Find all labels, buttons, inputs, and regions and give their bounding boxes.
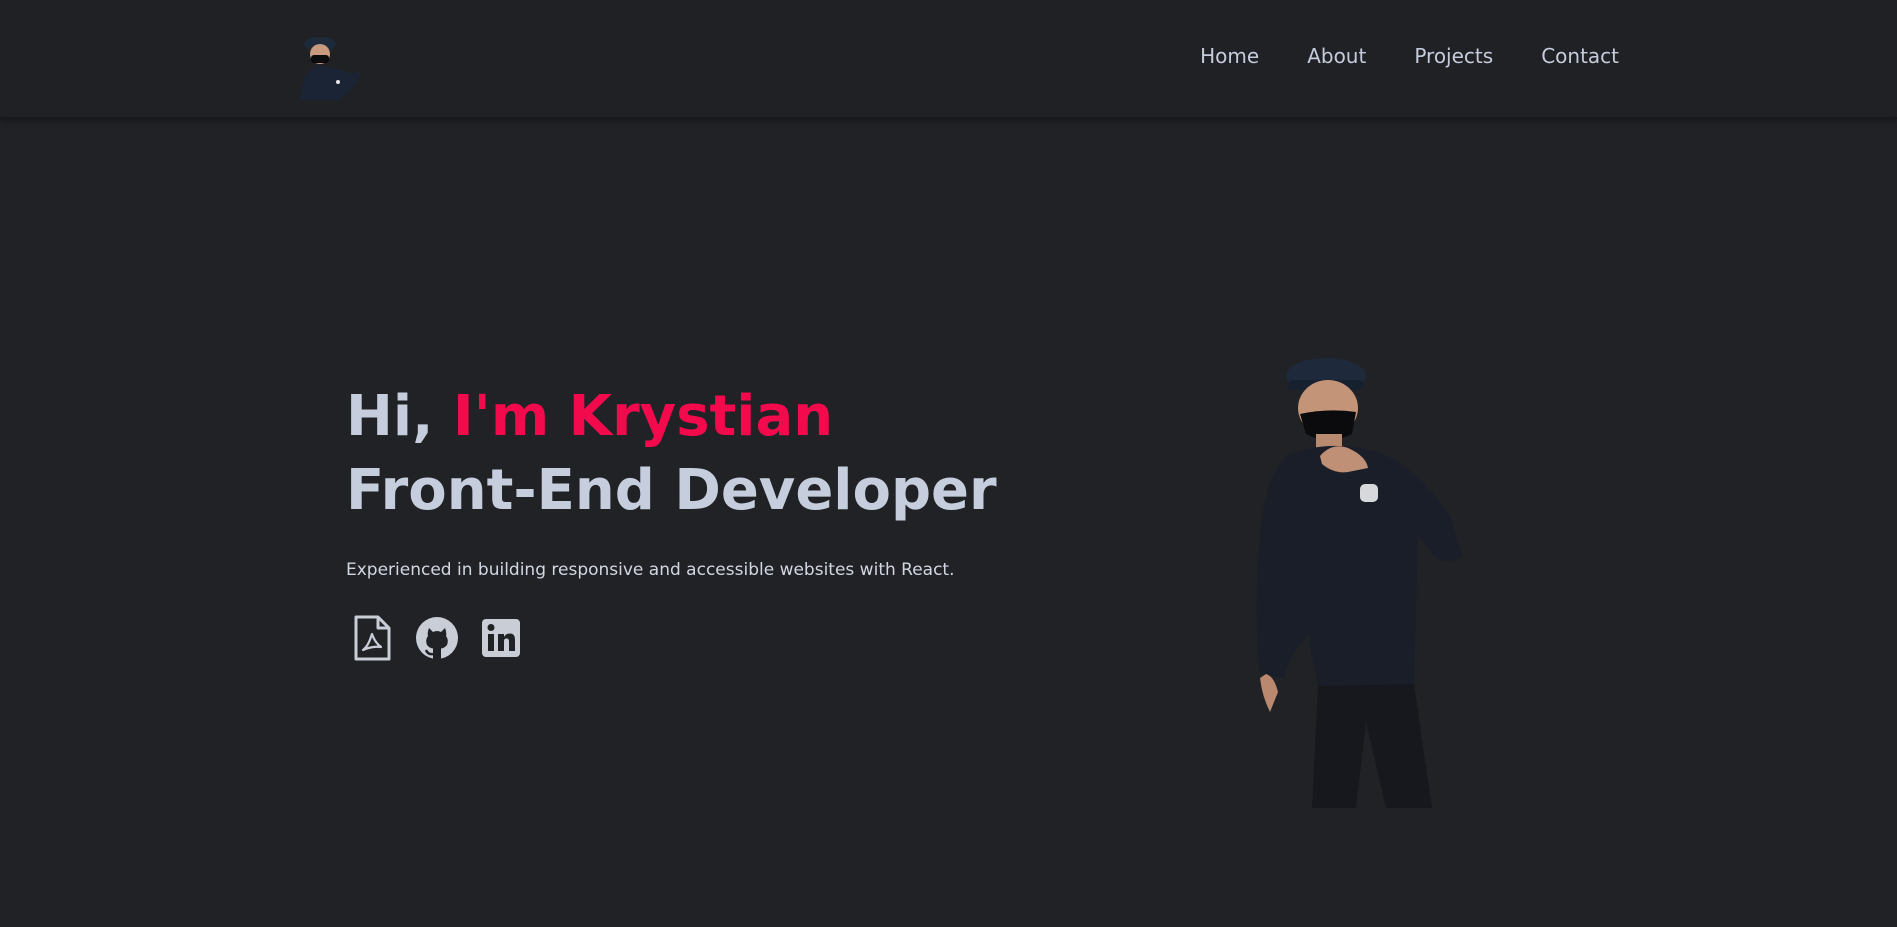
github-icon bbox=[416, 617, 458, 659]
portrait-photo bbox=[1248, 356, 1478, 808]
social-links bbox=[350, 614, 524, 662]
role-text: Front-End Developer bbox=[346, 458, 997, 523]
avatar-icon bbox=[300, 37, 362, 100]
logo-avatar[interactable] bbox=[296, 30, 364, 100]
hero-intro: Hi, I'm Krystian Front-End Developer Exp… bbox=[346, 380, 997, 580]
linkedin-icon bbox=[482, 619, 520, 657]
site-header: Home About Projects Contact bbox=[0, 0, 1897, 119]
linkedin-link[interactable] bbox=[478, 614, 524, 662]
greeting-text: Hi, bbox=[346, 384, 434, 449]
github-link[interactable] bbox=[414, 614, 460, 662]
nav-projects-link[interactable]: Projects bbox=[1414, 44, 1493, 68]
main-nav: Home About Projects Contact bbox=[1200, 44, 1619, 68]
nav-contact-link[interactable]: Contact bbox=[1541, 44, 1619, 68]
resume-pdf-link[interactable] bbox=[350, 614, 396, 662]
hero-tagline: Experienced in building responsive and a… bbox=[346, 560, 955, 580]
nav-home-link[interactable]: Home bbox=[1200, 44, 1259, 68]
name-text: I'm Krystian bbox=[452, 384, 834, 449]
pdf-resume-icon bbox=[354, 615, 391, 661]
hero-heading: Hi, I'm Krystian Front-End Developer bbox=[346, 380, 997, 528]
portrait-figure-icon bbox=[1256, 358, 1462, 808]
nav-about-link[interactable]: About bbox=[1307, 44, 1366, 68]
